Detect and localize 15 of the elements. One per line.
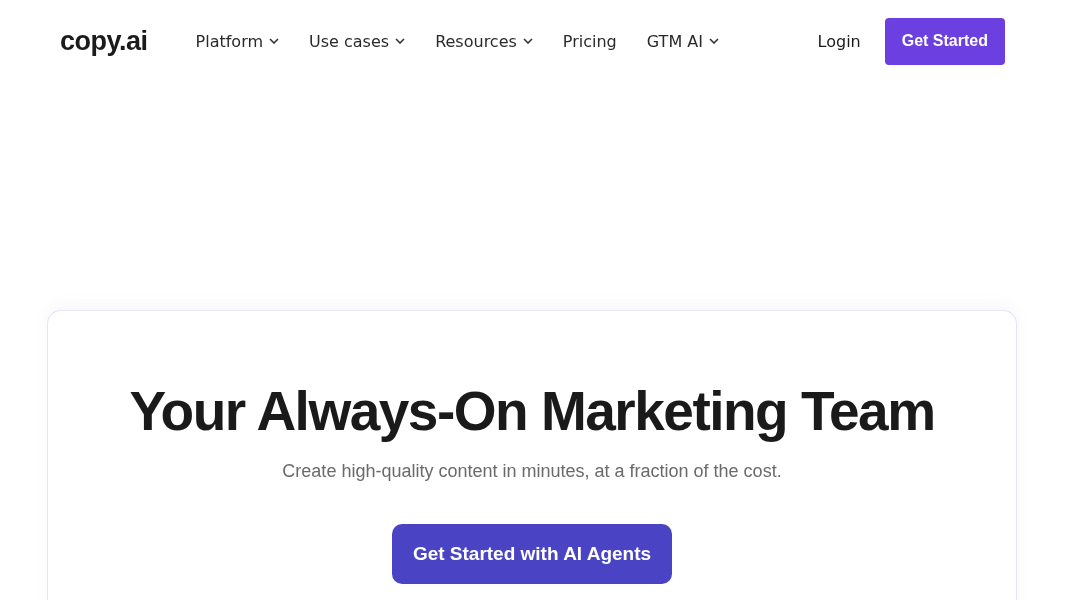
hero-title: Your Always-On Marketing Team bbox=[129, 379, 935, 443]
nav-item[interactable]: Pricing bbox=[562, 31, 617, 51]
get-started-button[interactable]: Get Started bbox=[884, 17, 1005, 65]
ai-agents-button[interactable]: Get Started with AI Agents bbox=[391, 524, 673, 584]
chevron-down-icon bbox=[522, 38, 533, 44]
logo[interactable]: copy.ai bbox=[60, 25, 148, 57]
nav-item[interactable]: GTM AI bbox=[646, 31, 719, 51]
chevron-down-icon bbox=[708, 38, 719, 44]
nav-item[interactable]: Platform bbox=[195, 31, 280, 51]
hero-subtitle: Create high-quality content in minutes, at a fraction of the cost. bbox=[282, 461, 782, 482]
login-link[interactable]: Login bbox=[817, 31, 861, 51]
nav-item[interactable]: Resources bbox=[435, 31, 533, 51]
nav-item[interactable]: Use cases bbox=[309, 31, 406, 51]
chevron-down-icon bbox=[395, 38, 406, 44]
chevron-down-icon bbox=[269, 38, 280, 44]
